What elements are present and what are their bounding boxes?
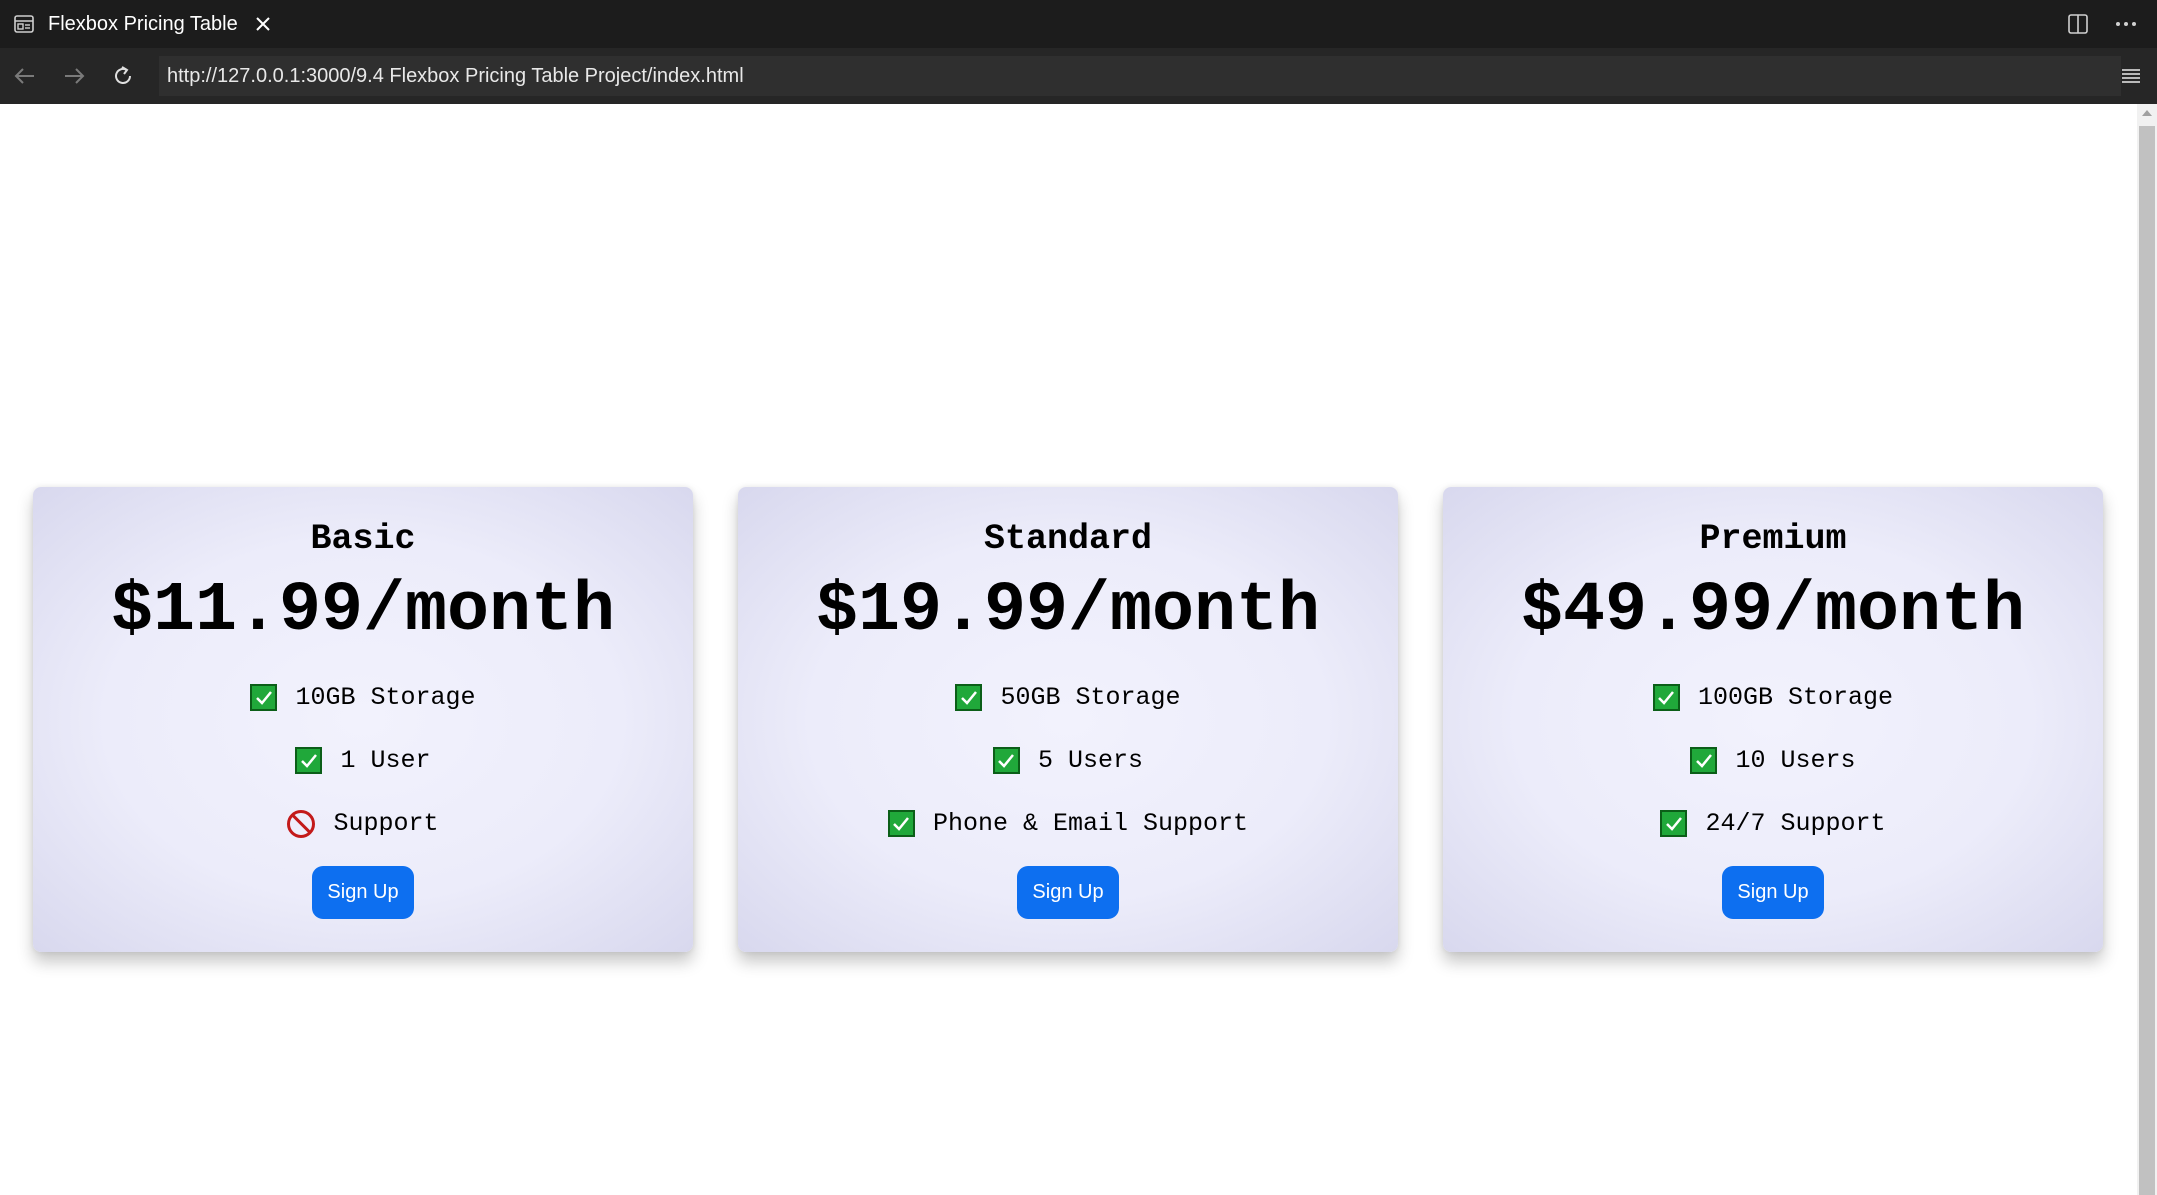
- plan-name: Standard: [983, 519, 1153, 559]
- sign-up-button[interactable]: Sign Up: [1722, 866, 1824, 919]
- browser-tab[interactable]: Flexbox Pricing Table: [0, 0, 288, 48]
- feature-text: 10GB Storage: [295, 683, 476, 712]
- check-mark-icon: [250, 684, 278, 711]
- check-mark-icon: [955, 684, 983, 711]
- scroll-thumb[interactable]: [2139, 126, 2155, 1195]
- pricing-card-basic: Basic $11.99/month 10GB Storage 1 User Suppo…: [33, 487, 693, 952]
- feature-item: Phone & Email Support: [887, 792, 1249, 855]
- check-mark-icon: [1652, 684, 1680, 711]
- pricing-card-standard: Standard $19.99/month 50GB Storage 5 Users P…: [738, 487, 1398, 952]
- reload-icon[interactable]: [108, 61, 138, 91]
- plan-name: Premium: [1699, 519, 1847, 559]
- feature-item: 24/7 Support: [1660, 792, 1886, 855]
- pricing-card-premium: Premium $49.99/month 100GB Storage 10 Users…: [1443, 487, 2103, 952]
- more-icon[interactable]: [2113, 11, 2139, 37]
- scroll-up-arrow-icon[interactable]: [2142, 110, 2152, 116]
- plan-price: $11.99/month: [110, 572, 616, 651]
- feature-item: 50GB Storage: [955, 666, 1181, 729]
- feature-text: 50GB Storage: [1000, 683, 1181, 712]
- plan-name: Basic: [310, 519, 416, 559]
- feature-item: 10GB Storage: [250, 666, 476, 729]
- pricing-table: Basic $11.99/month 10GB Storage 1 User Suppo…: [33, 487, 2103, 952]
- plan-price: $19.99/month: [815, 572, 1321, 651]
- page-icon: [14, 13, 36, 35]
- feature-text: 100GB Storage: [1697, 683, 1894, 712]
- sign-up-button[interactable]: Sign Up: [1017, 866, 1119, 919]
- sign-up-button[interactable]: Sign Up: [312, 866, 414, 919]
- menu-icon[interactable]: [2117, 62, 2145, 90]
- tab-title: Flexbox Pricing Table: [48, 12, 238, 35]
- feature-item: Support: [287, 792, 439, 855]
- forward-arrow-icon[interactable]: [59, 61, 89, 91]
- feature-text: 24/7 Support: [1705, 809, 1886, 838]
- feature-item: 10 Users: [1690, 729, 1856, 792]
- check-mark-icon: [295, 747, 323, 774]
- url-text: http://127.0.0.1:3000/9.4 Flexbox Pricin…: [167, 64, 744, 87]
- prohibited-icon: [287, 809, 316, 838]
- page-viewport: Basic $11.99/month 10GB Storage 1 User Suppo…: [0, 104, 2137, 1195]
- feature-text: Support: [333, 809, 439, 838]
- check-mark-icon: [887, 810, 915, 837]
- plan-price: $49.99/month: [1520, 572, 2026, 651]
- feature-text: Phone & Email Support: [932, 809, 1249, 838]
- feature-text: 1 User: [340, 746, 431, 775]
- feature-text: 10 Users: [1735, 746, 1856, 775]
- feature-list: 10GB Storage 1 User Support: [250, 666, 476, 855]
- feature-item: 1 User: [295, 729, 431, 792]
- scrollbar[interactable]: [2137, 104, 2157, 1195]
- check-mark-icon: [1690, 747, 1718, 774]
- url-bar[interactable]: http://127.0.0.1:3000/9.4 Flexbox Pricin…: [159, 56, 2121, 96]
- navigation-bar: http://127.0.0.1:3000/9.4 Flexbox Pricin…: [0, 48, 2157, 104]
- feature-text: 5 Users: [1037, 746, 1144, 775]
- split-view-icon[interactable]: [2065, 11, 2091, 37]
- feature-item: 5 Users: [992, 729, 1144, 792]
- back-arrow-icon[interactable]: [10, 61, 40, 91]
- tab-bar: Flexbox Pricing Table: [0, 0, 2157, 48]
- check-mark-icon: [992, 747, 1020, 774]
- tab-bar-actions: [2065, 0, 2139, 48]
- feature-list: 100GB Storage 10 Users 24/7 Support: [1652, 666, 1894, 855]
- close-icon[interactable]: [252, 13, 274, 35]
- check-mark-icon: [1660, 810, 1688, 837]
- feature-list: 50GB Storage 5 Users Phone & Email Support: [887, 666, 1249, 855]
- feature-item: 100GB Storage: [1652, 666, 1894, 729]
